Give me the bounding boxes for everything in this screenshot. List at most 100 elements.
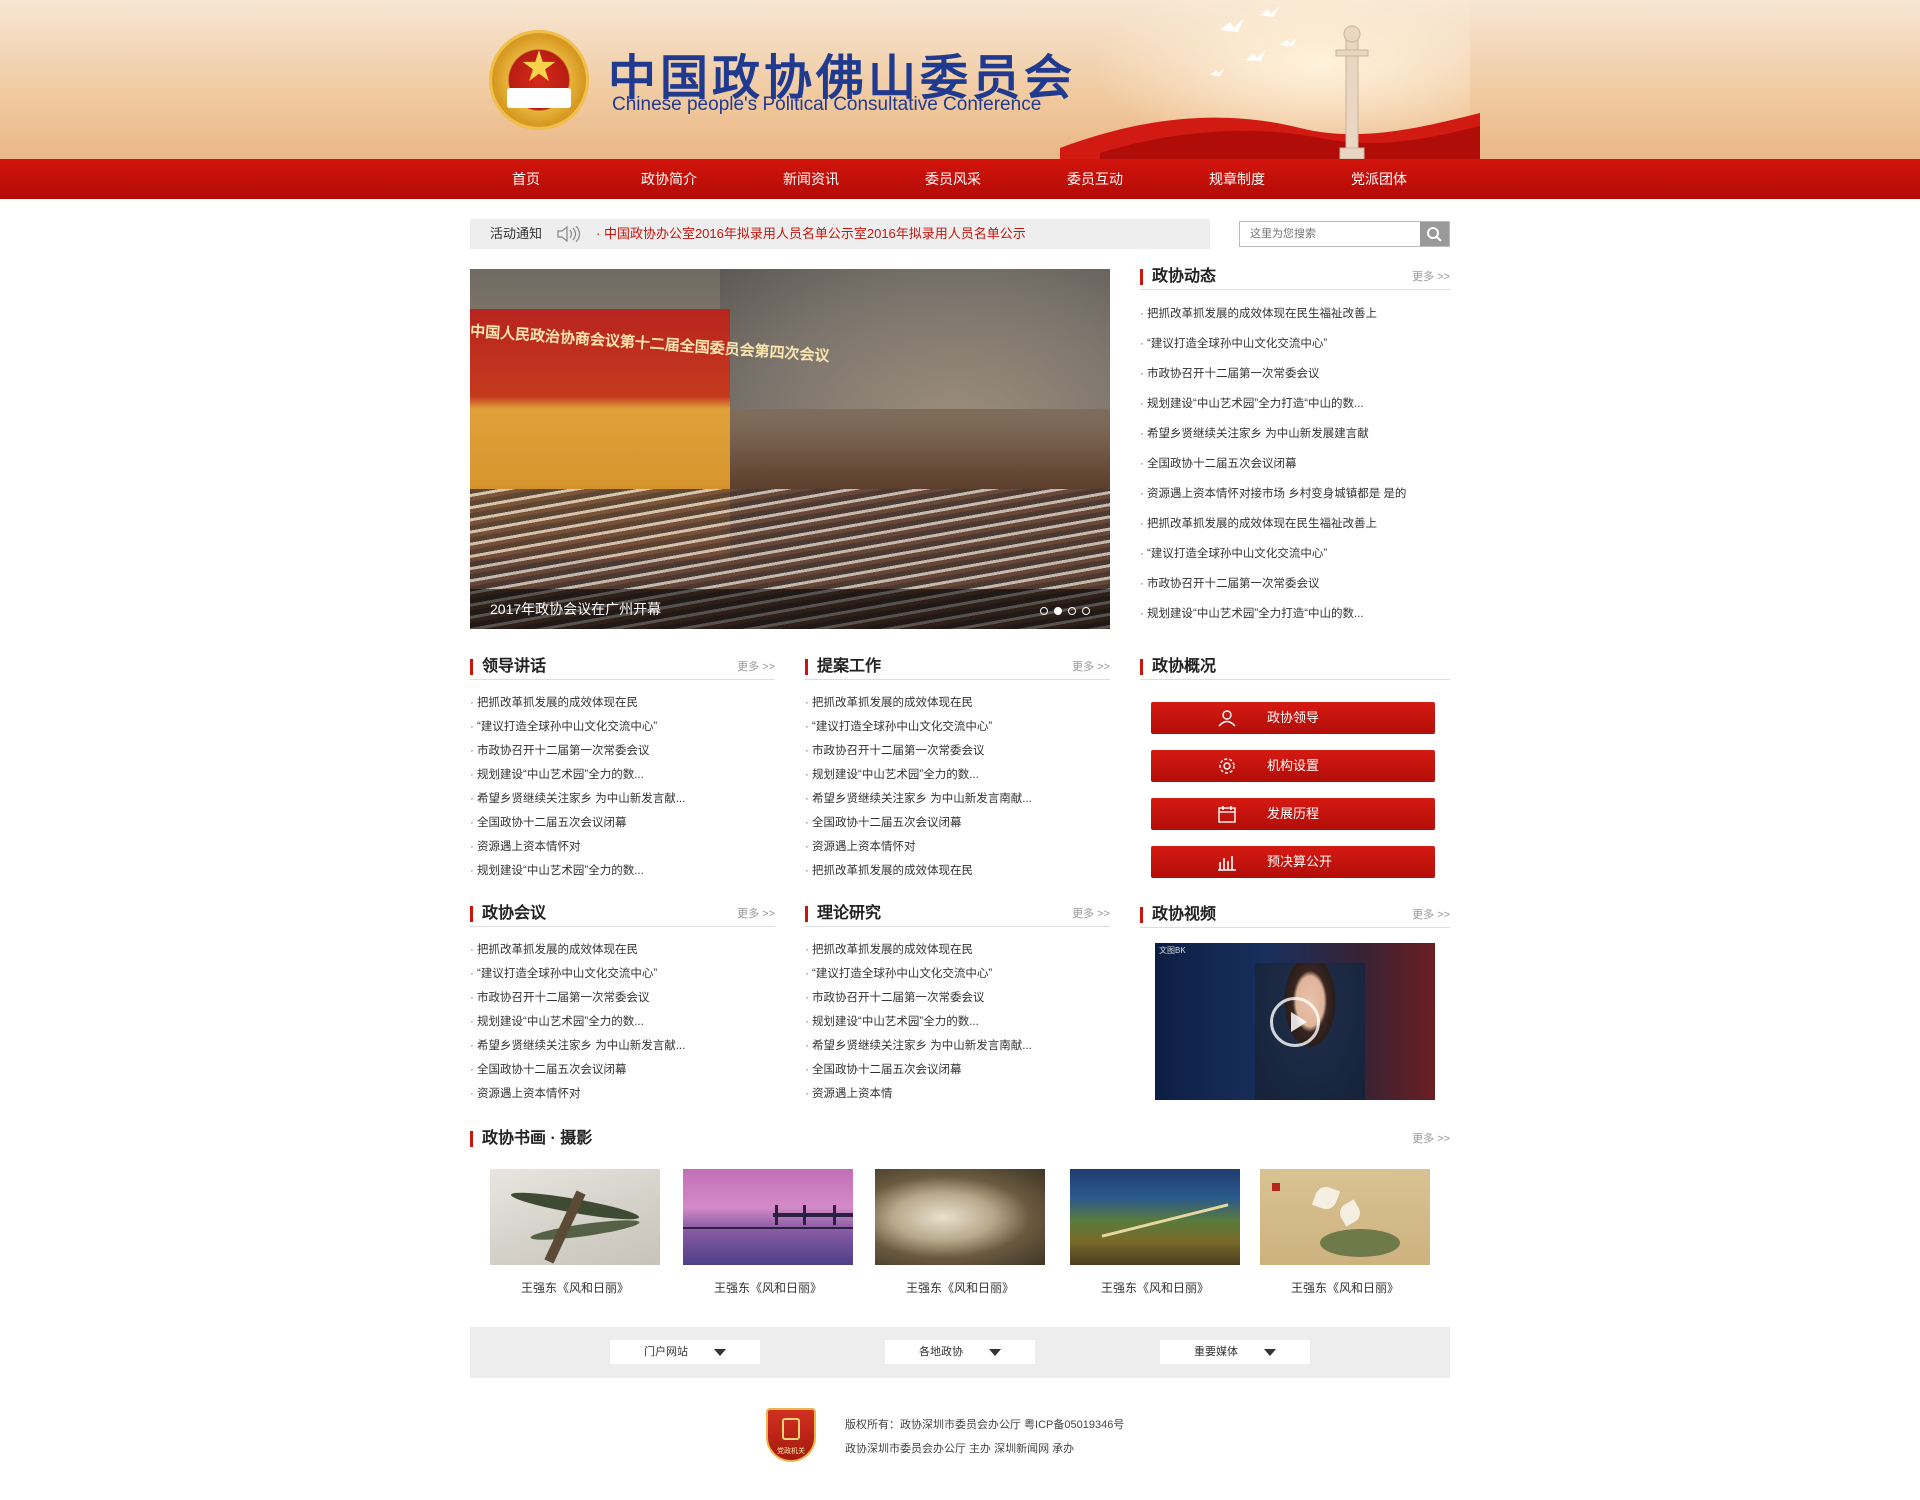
list-item[interactable]: 规划建设“中山艺术园”全力的数... — [470, 763, 775, 787]
theory-more-link[interactable]: 更多 >> — [1072, 903, 1110, 925]
news-list: 把抓改革抓发展的成效体现在民生福祉改善上 “建议打造全球孙中山文化交流中心” 市… — [1140, 299, 1450, 629]
organization-button[interactable]: 机构设置 — [1151, 750, 1435, 782]
list-item[interactable]: 规划建设“中山艺术园”全力的数... — [470, 1010, 775, 1034]
list-item[interactable]: “建议打造全球孙中山文化交流中心” — [1140, 329, 1450, 359]
notice-message-link[interactable]: · 中国政协办公室2016年拟录用人员名单公示室2016年拟录用人员名单公示 — [596, 219, 1026, 249]
list-item[interactable]: 市政协召开十二届第一次常委会议 — [805, 986, 1110, 1010]
nav-item-intro[interactable]: 政协简介 — [619, 159, 719, 199]
gallery-item[interactable]: 王强东《风和日丽》 — [683, 1169, 853, 1296]
list-item[interactable]: 把抓改革抓发展的成效体现在民生福祉改善上 — [1140, 299, 1450, 329]
media-dropdown[interactable]: 重要媒体 — [1160, 1340, 1310, 1364]
list-item[interactable]: 规划建设“中山艺术园”全力的数... — [805, 763, 1110, 787]
hero-slider[interactable]: 中国人民政治协商会议第十二届全国委员会第四次会议 2017年政协会议在广州开幕 — [470, 269, 1110, 629]
list-item[interactable]: 资源遇上资本情怀对接市场 乡村变身城镇都是 是的 — [1140, 479, 1450, 509]
list-item[interactable]: 规划建设“中山艺术园”全力打造“中山的数... — [1140, 389, 1450, 419]
lake-pier-sunset-image[interactable] — [683, 1169, 853, 1265]
list-item[interactable]: 规划建设“中山艺术园”全力的数... — [470, 859, 775, 883]
slide-caption-text[interactable]: 2017年政协会议在广州开幕 — [490, 589, 661, 629]
list-item[interactable]: 规划建设“中山艺术园”全力打造“中山的数... — [1140, 599, 1450, 629]
slide-dots — [1040, 607, 1090, 615]
search-input[interactable] — [1240, 222, 1420, 246]
list-item[interactable]: 全国政协十二届五次会议闭幕 — [470, 811, 775, 835]
history-button[interactable]: 发展历程 — [1151, 798, 1435, 830]
play-icon[interactable] — [1270, 997, 1320, 1047]
nav-item-regulations[interactable]: 规章制度 — [1187, 159, 1287, 199]
list-item[interactable]: “建议打造全球孙中山文化交流中心” — [805, 715, 1110, 739]
section-marker — [1140, 907, 1143, 923]
list-item[interactable]: 希望乡贤继续关注家乡 为中山新发展建言献 — [1140, 419, 1450, 449]
overview-section-title: 政协概况 — [1152, 658, 1217, 675]
lily-flower-painting-image[interactable] — [1260, 1169, 1430, 1265]
leader-more-link[interactable]: 更多 >> — [737, 656, 775, 678]
news-more-link[interactable]: 更多 >> — [1412, 266, 1450, 288]
list-item[interactable]: 市政协召开十二届第一次常委会议 — [470, 986, 775, 1010]
list-item[interactable]: “建议打造全球孙中山文化交流中心” — [470, 962, 775, 986]
list-item[interactable]: 把抓改革抓发展的成效体现在民 — [470, 938, 775, 962]
list-item[interactable]: 全国政协十二届五次会议闭幕 — [470, 1058, 775, 1082]
leaders-button[interactable]: 政协领导 — [1151, 702, 1435, 734]
budget-button[interactable]: 预决算公开 — [1151, 846, 1435, 878]
media-label: 重要媒体 — [1194, 1346, 1238, 1358]
list-item[interactable]: 把抓改革抓发展的成效体现在民 — [470, 691, 775, 715]
list-item[interactable]: 希望乡贤继续关注家乡 为中山新发言献... — [470, 787, 775, 811]
gallery-more-link[interactable]: 更多 >> — [1412, 1128, 1450, 1150]
nav-item-home[interactable]: 首页 — [476, 159, 576, 199]
list-item[interactable]: 把抓改革抓发展的成效体现在民 — [805, 691, 1110, 715]
list-item[interactable]: 资源遇上资本情怀对 — [470, 1082, 775, 1106]
search-button[interactable] — [1420, 222, 1449, 246]
rock-painting-image[interactable] — [875, 1169, 1045, 1265]
list-item[interactable]: “建议打造全球孙中山文化交流中心” — [470, 715, 775, 739]
slide-ceiling — [720, 269, 1110, 409]
nav-item-news[interactable]: 新闻资讯 — [761, 159, 861, 199]
government-badge-icon[interactable]: 党政机关 — [766, 1408, 816, 1462]
list-item[interactable]: 希望乡贤继续关注家乡 为中山新发言南献... — [805, 1034, 1110, 1058]
nav-item-members[interactable]: 委员风采 — [903, 159, 1003, 199]
overview-section-header: 政协概况 — [1140, 656, 1450, 680]
list-item[interactable]: “建议打造全球孙中山文化交流中心” — [805, 962, 1110, 986]
cppcc-emblem-logo[interactable] — [489, 30, 589, 130]
list-item[interactable]: 资源遇上资本情怀对 — [805, 835, 1110, 859]
list-item[interactable]: 把抓改革抓发展的成效体现在民生福祉改善上 — [1140, 509, 1450, 539]
list-item[interactable]: 资源遇上资本情 — [805, 1082, 1110, 1106]
news-section-header: 政协动态 更多 >> — [1140, 266, 1450, 290]
gallery-section-header: 政协书画 · 摄影 更多 >> — [470, 1128, 1450, 1152]
slide-dot-2[interactable] — [1054, 607, 1062, 615]
proposal-more-link[interactable]: 更多 >> — [1072, 656, 1110, 678]
nav-item-parties[interactable]: 党派团体 — [1329, 159, 1429, 199]
list-item[interactable]: 全国政协十二届五次会议闭幕 — [805, 811, 1110, 835]
list-item[interactable]: 规划建设“中山艺术园”全力的数... — [805, 1010, 1110, 1034]
section-marker — [805, 906, 808, 922]
slide-dot-4[interactable] — [1082, 607, 1090, 615]
list-item[interactable]: 市政协召开十二届第一次常委会议 — [805, 739, 1110, 763]
list-item[interactable]: 希望乡贤继续关注家乡 为中山新发言南献... — [805, 787, 1110, 811]
list-item[interactable]: 希望乡贤继续关注家乡 为中山新发言献... — [470, 1034, 775, 1058]
gallery-item[interactable]: 王强东《风和日丽》 — [1260, 1169, 1430, 1296]
list-item[interactable]: 资源遇上资本情怀对 — [470, 835, 775, 859]
slide-dot-3[interactable] — [1068, 607, 1076, 615]
list-item[interactable]: 市政协召开十二届第一次常委会议 — [1140, 359, 1450, 389]
coastal-road-aerial-image[interactable] — [1070, 1169, 1240, 1265]
gallery-item[interactable]: 王强东《风和日丽》 — [1070, 1169, 1240, 1296]
pine-tree-painting-image[interactable] — [490, 1169, 660, 1265]
list-item[interactable]: 市政协召开十二届第一次常委会议 — [470, 739, 775, 763]
portal-sites-dropdown[interactable]: 门户网站 — [610, 1340, 760, 1364]
list-item[interactable]: 把抓改革抓发展的成效体现在民 — [805, 938, 1110, 962]
notice-label: 活动通知 — [490, 226, 543, 241]
list-item[interactable]: 全国政协十二届五次会议闭幕 — [805, 1058, 1110, 1082]
badge-text: 党政机关 — [777, 1448, 805, 1455]
list-item[interactable]: 把抓改革抓发展的成效体现在民 — [805, 859, 1110, 883]
gallery-item[interactable]: 王强东《风和日丽》 — [875, 1169, 1045, 1296]
nav-item-interaction[interactable]: 委员互动 — [1045, 159, 1145, 199]
regional-cppcc-dropdown[interactable]: 各地政协 — [885, 1340, 1035, 1364]
slide-dot-1[interactable] — [1040, 607, 1048, 615]
notice-bar: 活动通知 · 中国政协办公室2016年拟录用人员名单公示室2016年拟录用人员名… — [470, 219, 1210, 249]
list-item[interactable]: 市政协召开十二届第一次常委会议 — [1140, 569, 1450, 599]
video-more-link[interactable]: 更多 >> — [1412, 904, 1450, 926]
gallery-caption: 王强东《风和日丽》 — [1100, 1281, 1209, 1295]
list-item[interactable]: 全国政协十二届五次会议闭幕 — [1140, 449, 1450, 479]
meeting-more-link[interactable]: 更多 >> — [737, 903, 775, 925]
gallery-item[interactable]: 王强东《风和日丽》 — [490, 1169, 660, 1296]
related-links-bar: 门户网站 各地政协 重要媒体 — [470, 1327, 1450, 1378]
video-player[interactable]: 文图BK — [1155, 943, 1435, 1100]
list-item[interactable]: “建议打造全球孙中山文化交流中心” — [1140, 539, 1450, 569]
